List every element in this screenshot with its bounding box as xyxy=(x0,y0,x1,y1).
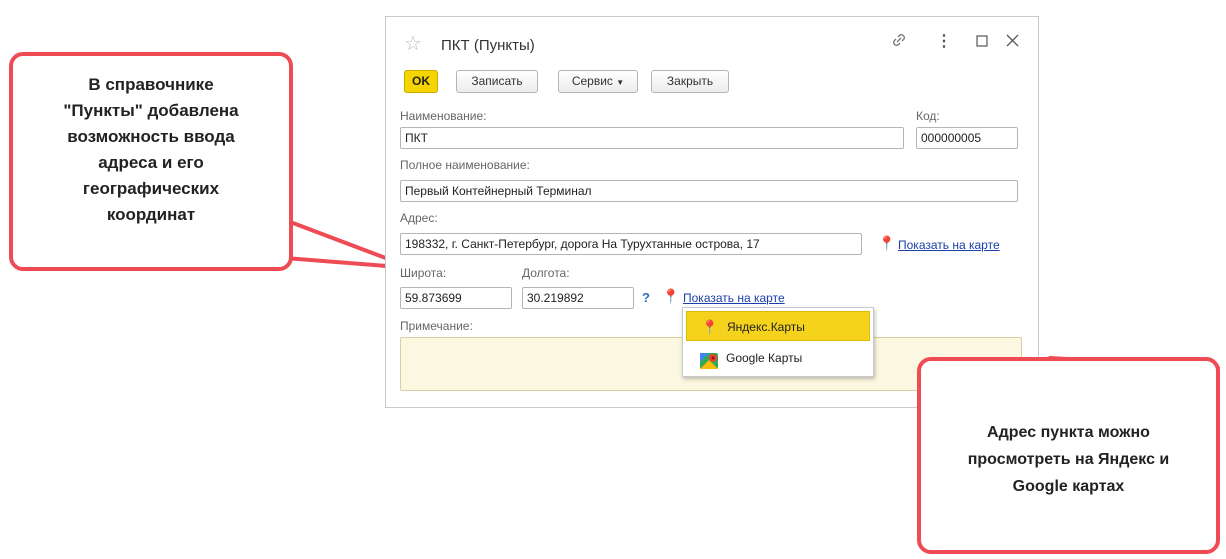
fullname-field[interactable]: Первый Контейнерный Терминал xyxy=(400,180,1018,202)
callout-line: Google картах xyxy=(1012,478,1125,495)
chevron-down-icon: ▼ xyxy=(616,78,625,87)
callout-line: координат xyxy=(106,205,196,224)
menu-item-label: Яндекс.Карты xyxy=(727,320,805,334)
star-icon[interactable]: ☆ xyxy=(404,31,422,56)
callout-line: Адрес пункта можно xyxy=(987,424,1150,441)
address-label: Адрес: xyxy=(400,211,438,225)
more-icon[interactable]: ⋮ xyxy=(936,31,952,51)
link-icon[interactable] xyxy=(890,31,908,54)
close-button[interactable]: Закрыть xyxy=(651,70,729,93)
show-address-on-map-link[interactable]: Показать на карте xyxy=(898,238,1000,252)
map-service-menu: 📍 Яндекс.Карты Google Карты xyxy=(682,307,874,377)
callout-line: адреса и его xyxy=(98,153,204,172)
menu-item-google-maps[interactable]: Google Карты xyxy=(686,343,870,373)
map-pin-icon: 📍 xyxy=(878,235,896,251)
save-button[interactable]: Записать xyxy=(456,70,538,93)
callout-line: "Пункты" добавлена xyxy=(63,101,239,120)
longitude-label: Долгота: xyxy=(522,266,570,280)
map-pin-icon-coords: 📍 xyxy=(662,288,680,304)
name-field[interactable]: ПКТ xyxy=(400,127,904,149)
window-title: ПКТ (Пункты) xyxy=(441,37,535,54)
ok-button[interactable]: OK xyxy=(404,70,438,93)
callout-line: возможность ввода xyxy=(67,127,235,146)
code-field[interactable]: 000000005 xyxy=(916,127,1018,149)
callout-line: географических xyxy=(82,179,220,198)
show-coords-on-map-link[interactable]: Показать на карте xyxy=(683,291,785,305)
maximize-icon[interactable] xyxy=(976,34,988,52)
fullname-label: Полное наименование: xyxy=(400,158,530,172)
callout-line: В справочнике xyxy=(88,75,214,94)
service-label: Сервис xyxy=(571,74,613,88)
left-callout: В справочнике "Пункты" добавлена возможн… xyxy=(9,52,293,271)
service-button[interactable]: Сервис ▼ xyxy=(558,70,638,93)
code-label: Код: xyxy=(916,109,940,123)
latitude-field[interactable]: 59.873699 xyxy=(400,287,512,309)
yandex-maps-icon: 📍 xyxy=(701,319,719,335)
latitude-label: Широта: xyxy=(400,266,447,280)
right-callout: Адрес пункта можно просмотреть на Яндекс… xyxy=(917,357,1220,554)
close-icon[interactable] xyxy=(1006,34,1019,52)
menu-item-label: Google Карты xyxy=(726,351,803,365)
callout-line: просмотреть на Яндекс и xyxy=(967,451,1170,468)
name-label: Наименование: xyxy=(400,109,487,123)
note-label: Примечание: xyxy=(400,319,473,333)
google-maps-icon xyxy=(700,350,718,380)
help-icon[interactable]: ? xyxy=(642,290,650,305)
longitude-field[interactable]: 30.219892 xyxy=(522,287,634,309)
menu-item-yandex-maps[interactable]: 📍 Яндекс.Карты xyxy=(686,311,870,341)
address-field[interactable]: 198332, г. Санкт-Петербург, дорога На Ту… xyxy=(400,233,862,255)
